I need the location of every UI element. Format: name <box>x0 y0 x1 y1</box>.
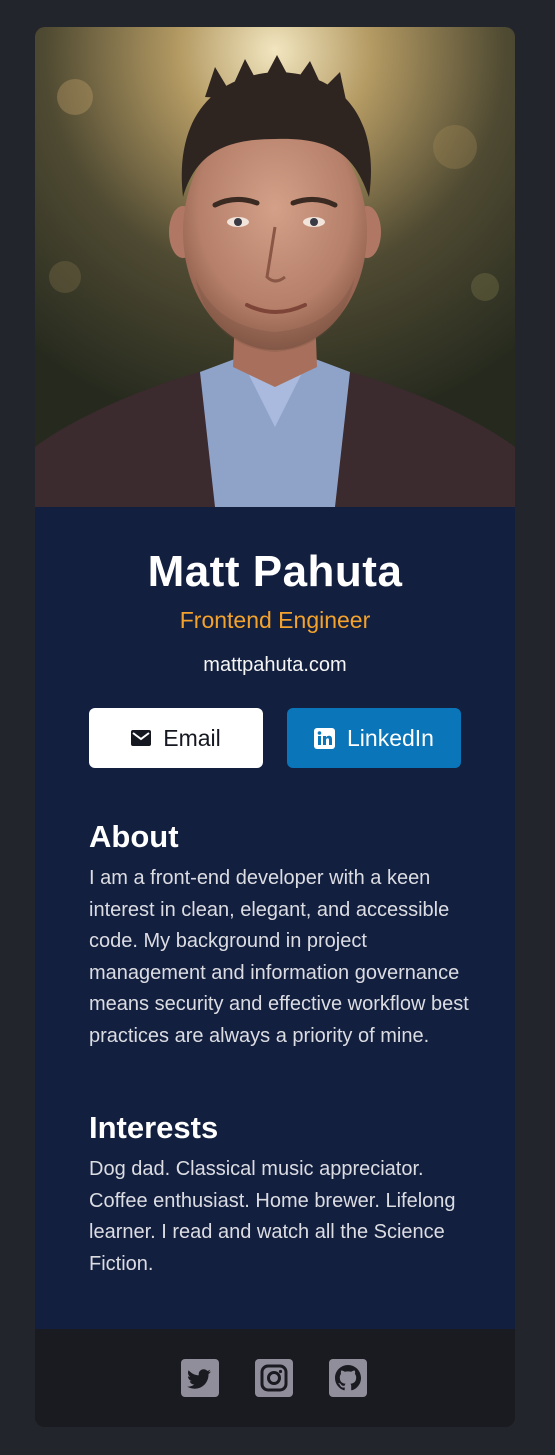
profile-name: Matt Pahuta <box>147 547 403 596</box>
linkedin-icon <box>314 727 336 749</box>
about-text: I am a front-end developer with a keen i… <box>89 867 469 1047</box>
profile-card: Matt Pahuta Frontend Engineer mattpahuta… <box>35 27 515 1427</box>
interests-heading: Interests <box>89 1110 219 1145</box>
envelope-icon <box>131 730 152 746</box>
github-icon[interactable] <box>329 1359 367 1397</box>
email-button-label: Email <box>163 724 221 751</box>
twitter-icon[interactable] <box>181 1359 219 1397</box>
linkedin-button-label: LinkedIn <box>347 724 434 751</box>
profile-info: Matt Pahuta Frontend Engineer mattpahuta… <box>35 507 515 1329</box>
email-button[interactable]: Email <box>89 708 263 768</box>
profile-title: Frontend Engineer <box>179 607 371 633</box>
linkedin-button[interactable]: LinkedIn <box>287 708 461 768</box>
social-footer <box>35 1329 515 1427</box>
profile-website[interactable]: mattpahuta.com <box>35 654 515 677</box>
profile-photo <box>35 27 515 507</box>
interests-text: Dog dad. Classical music appreciator. Co… <box>89 1158 456 1275</box>
instagram-icon[interactable] <box>255 1359 293 1397</box>
about-heading: About <box>89 819 179 854</box>
